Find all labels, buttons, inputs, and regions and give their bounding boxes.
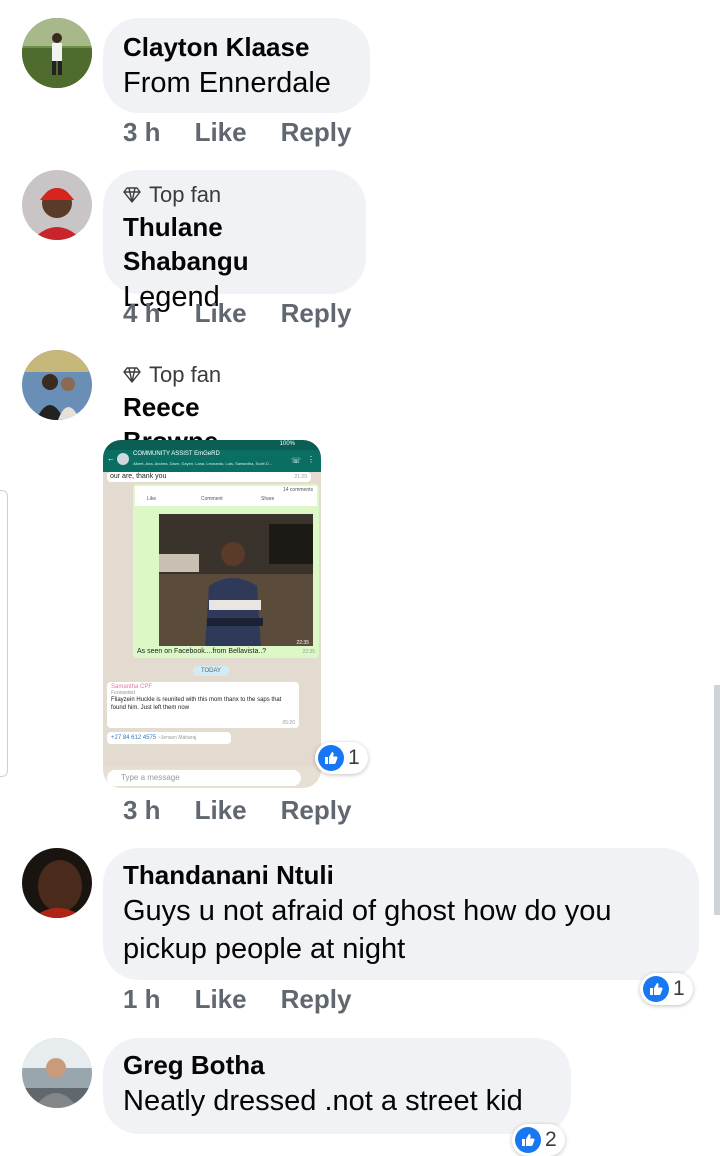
caption-message: As seen on Facebook....from Bellavista..…: [133, 646, 319, 658]
reply-button[interactable]: Reply: [281, 117, 352, 148]
avatar[interactable]: [22, 350, 92, 420]
comment-time[interactable]: 1 h: [123, 984, 161, 1015]
comment-bubble: Greg Botha Neatly dressed .not a street …: [103, 1038, 571, 1134]
commenter-name[interactable]: Thulane Shabangu: [123, 210, 346, 278]
menu-dots-icon: ⋮: [307, 455, 315, 464]
avatar[interactable]: [22, 18, 92, 88]
comment-actions: 4 h Like Reply: [123, 298, 385, 329]
top-fan-badge: Top fan: [123, 180, 346, 210]
commenter-name[interactable]: Greg Botha: [123, 1048, 551, 1082]
comment-text: From Ennerdale: [123, 67, 331, 99]
thumbs-up-icon: [318, 745, 344, 771]
phone-number: +27 84 612 4575: [111, 735, 157, 741]
comment-text-line: pickup people at night: [123, 933, 406, 965]
day-divider: TODAY: [193, 666, 229, 676]
message-input: Type a message: [107, 770, 301, 786]
comment-actions: 3 h Like Reply: [123, 795, 385, 826]
comment-time[interactable]: 4 h: [123, 298, 161, 329]
message-text: our are, thank you: [110, 473, 167, 480]
chat-message: our are, thank you 21:29: [107, 472, 311, 482]
reply-button[interactable]: Reply: [281, 984, 352, 1015]
reaction-count[interactable]: 1: [640, 973, 693, 1005]
reaction-number: 2: [545, 1128, 557, 1151]
like-button[interactable]: Like: [195, 298, 247, 329]
like-button[interactable]: Like: [195, 117, 247, 148]
thumbs-up-icon: [515, 1127, 541, 1153]
fb-comment: Comment: [201, 496, 223, 502]
group-avatar: [117, 453, 129, 465]
thumbs-up-icon: [643, 976, 669, 1002]
fb-like: Like: [147, 496, 157, 502]
reaction-number: 1: [348, 746, 360, 769]
left-scroll-edge: [0, 490, 8, 777]
comment-actions: 3 h Like Reply: [123, 117, 385, 148]
commenter-name[interactable]: Thandanani Ntuli: [123, 858, 679, 892]
chat-message: Samantha CPF Forwarded Fliayzein Huckle …: [107, 682, 299, 728]
comment-bubble: Thandanani Ntuli Guys u not afraid of gh…: [103, 848, 699, 980]
contact-name: ~Jensen Maharaj: [157, 735, 197, 741]
chat-area: our are, thank you 21:29 14 comments Lik…: [103, 472, 321, 766]
back-arrow-icon: ←: [107, 454, 115, 463]
comment-time[interactable]: 3 h: [123, 795, 161, 826]
group-title: COMMUNITY ASSIST EmGeRD: [133, 451, 220, 457]
right-scrollbar[interactable]: [714, 685, 720, 915]
diamond-icon: [123, 367, 141, 383]
comment-bubble: Top fan Thulane Shabangu Legend: [103, 170, 366, 313]
reply-button[interactable]: Reply: [281, 298, 352, 329]
contact-message: +27 84 612 4575 ~Jensen Maharaj: [107, 732, 231, 744]
reaction-number: 1: [673, 977, 685, 1000]
call-icon: ☏: [290, 456, 301, 465]
boy-photo: 22:35: [159, 514, 313, 648]
caption-time: 22:35: [302, 649, 315, 655]
comment-image-attachment[interactable]: 100% ← COMMUNITY ASSIST EmGeRD Albert, A…: [103, 440, 321, 788]
reply-button[interactable]: Reply: [281, 795, 352, 826]
status-bar: 100%: [103, 440, 321, 450]
like-button[interactable]: Like: [195, 795, 247, 826]
commenter-name[interactable]: Clayton Klaase: [123, 30, 350, 64]
chat-message-forwarded-post: 14 comments Like Comment Share 22:35: [133, 484, 319, 656]
top-fan-badge: Top fan: [123, 360, 293, 390]
fb-comment-count: 14 comments: [282, 487, 313, 493]
comment-time[interactable]: 3 h: [123, 117, 161, 148]
message-time: 21:29: [294, 474, 307, 480]
top-fan-label: Top fan: [149, 182, 222, 207]
comment-header: Top fan Reece Browne: [103, 358, 313, 456]
top-fan-label: Top fan: [149, 362, 222, 387]
reaction-count[interactable]: 2: [512, 1124, 565, 1156]
comment-actions: 1 h Like Reply: [123, 984, 385, 1015]
fb-share: Share: [261, 496, 275, 502]
message-time: 05:20: [282, 720, 295, 726]
caption-text: As seen on Facebook....from Bellavista..…: [137, 648, 267, 655]
group-members: Albert, Ana, Andrea, Dave, Gayen, Lana, …: [133, 461, 272, 466]
comment-text: Neatly dressed .not a street kid: [123, 1085, 523, 1117]
like-button[interactable]: Like: [195, 984, 247, 1015]
comment-text-line: Guys u not afraid of ghost how do you: [123, 895, 612, 927]
reaction-count[interactable]: 1: [315, 742, 368, 774]
avatar[interactable]: [22, 1038, 92, 1108]
fb-post-preview: 14 comments Like Comment Share: [135, 486, 317, 506]
comment-bubble: Clayton Klaase From Ennerdale: [103, 18, 370, 113]
battery-level: 100%: [279, 441, 295, 447]
avatar[interactable]: [22, 170, 92, 240]
message-text: Fliayzein Huckle is reunited with this m…: [111, 697, 282, 711]
avatar[interactable]: [22, 848, 92, 918]
chat-header: ← COMMUNITY ASSIST EmGeRD Albert, Ana, A…: [103, 450, 321, 472]
diamond-icon: [123, 187, 141, 203]
